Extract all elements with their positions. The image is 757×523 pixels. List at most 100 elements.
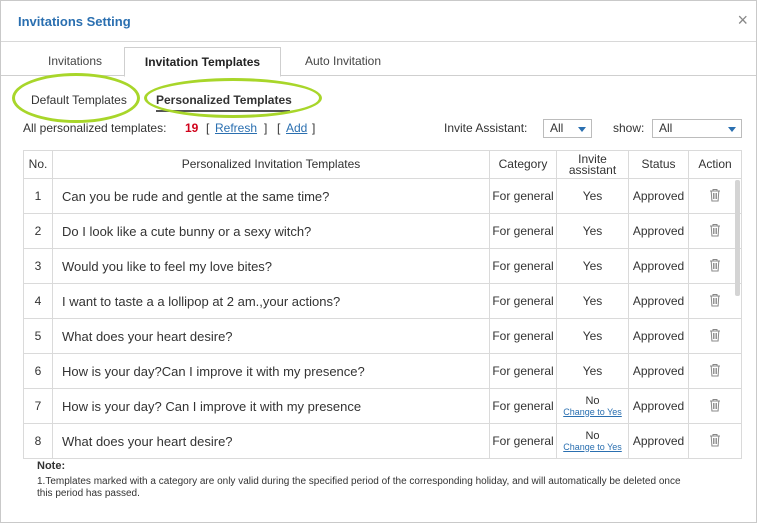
change-to-yes-link[interactable]: Change to Yes <box>557 407 628 417</box>
table-row: 6 How is your day?Can I improve it with m… <box>23 353 742 389</box>
action-cell <box>688 178 742 214</box>
tab-invitation-templates[interactable]: Invitation Templates <box>124 47 281 77</box>
table-row: 2 Do I look like a cute bunny or a sexy w… <box>23 213 742 249</box>
table-row: 7 How is your day? Can I improve it with … <box>23 388 742 424</box>
caret-down-icon <box>578 127 586 132</box>
template-count-label: All personalized templates: <box>23 121 167 135</box>
trash-icon[interactable] <box>709 293 721 307</box>
category-cell: For general <box>489 248 557 284</box>
invite-header-line2: assistant <box>568 162 617 177</box>
caret-down-icon <box>728 127 736 132</box>
status-cell: Approved <box>628 353 689 389</box>
table-row: 4I want to taste a a lollipop at 2 am.,y… <box>23 283 742 319</box>
tab-invitations[interactable]: Invitations <box>29 47 121 75</box>
row-number: 5 <box>23 318 53 354</box>
note-title: Note: <box>37 460 66 472</box>
show-select[interactable]: All <box>652 119 742 138</box>
column-header-status: Status <box>628 150 689 179</box>
category-cell: For general <box>489 178 557 214</box>
template-count: 19 <box>185 121 199 135</box>
column-header-no: No. <box>23 150 53 179</box>
table-header-row: No. Personalized Invitation Templates Ca… <box>23 150 742 179</box>
subtab-default-templates[interactable]: Default Templates <box>31 87 127 113</box>
status-cell: Approved <box>628 318 689 354</box>
table-row: 3 Would you like to feel my love bites? Fo… <box>23 248 742 284</box>
invite-assistant-value: All <box>550 121 564 135</box>
invite-assistant-select[interactable]: All <box>543 119 592 138</box>
note-text: 1.Templates marked with a category are o… <box>37 476 681 499</box>
column-header-action: Action <box>688 150 742 179</box>
action-cell <box>688 423 742 459</box>
action-cell <box>688 213 742 249</box>
invite-assistant-cell: Yes <box>556 353 629 389</box>
template-text: How is your day?Can I improve it with my… <box>52 353 490 389</box>
active-subtab-underline <box>156 110 290 112</box>
category-cell: For general <box>489 353 557 389</box>
category-cell: For general <box>489 388 557 424</box>
invite-assistant-label: Invite Assistant: <box>444 121 528 135</box>
close-icon[interactable]: × <box>737 11 748 29</box>
template-text: Do I look like a cute bunny or a sexy wi… <box>52 213 490 249</box>
refresh-bracket-close: ] <box>264 121 268 135</box>
status-cell: Approved <box>628 178 689 214</box>
invite-assistant-cell: Yes <box>556 213 629 249</box>
row-number: 4 <box>23 283 53 319</box>
trash-icon[interactable] <box>709 398 721 412</box>
category-cell: For general <box>489 213 557 249</box>
status-cell: Approved <box>628 388 689 424</box>
note-section: Note: 1.Templates marked with a category… <box>37 460 687 500</box>
category-cell: For general <box>489 283 557 319</box>
action-cell <box>688 318 742 354</box>
action-cell <box>688 283 742 319</box>
change-to-yes-link[interactable]: Change to Yes <box>557 442 628 452</box>
action-cell <box>688 353 742 389</box>
column-header-category: Category <box>489 150 557 179</box>
invite-assistant-cell: No Change to Yes <box>556 388 629 424</box>
table-row: 1 Can you be rude and gentle at the same … <box>23 178 742 214</box>
row-number: 8 <box>23 423 53 459</box>
template-text: What does your heart desire? <box>52 423 490 459</box>
tab-auto-invitation[interactable]: Auto Invitation <box>283 47 403 75</box>
row-number: 1 <box>23 178 53 214</box>
template-text: Would you like to feel my love bites? <box>52 248 490 284</box>
dialog-title: Invitations Setting <box>18 14 131 29</box>
trash-icon[interactable] <box>709 433 721 447</box>
template-text: I want to taste a a lollipop at 2 am.,yo… <box>52 283 490 319</box>
refresh-link[interactable]: Refresh <box>215 121 257 135</box>
tab-bar: Invitations Invitation Templates Auto In… <box>1 47 756 77</box>
row-number: 3 <box>23 248 53 284</box>
status-cell: Approved <box>628 283 689 319</box>
status-cell: Approved <box>628 213 689 249</box>
template-text: Can you be rude and gentle at the same t… <box>52 178 490 214</box>
invite-assistant-cell: No Change to Yes <box>556 423 629 459</box>
trash-icon[interactable] <box>709 223 721 237</box>
category-cell: For general <box>489 318 557 354</box>
add-link[interactable]: Add <box>286 121 307 135</box>
template-text: How is your day? Can I improve it with m… <box>52 388 490 424</box>
templates-table: No. Personalized Invitation Templates Ca… <box>23 150 742 459</box>
show-value: All <box>659 121 673 135</box>
row-number: 7 <box>23 388 53 424</box>
template-text: What does your heart desire? <box>52 318 490 354</box>
category-cell: For general <box>489 423 557 459</box>
add-bracket-open: [ <box>277 121 281 135</box>
show-label: show: <box>613 121 645 135</box>
column-header-template: Personalized Invitation Templates <box>52 150 490 179</box>
column-header-invite-assistant: Invite assistant <box>556 150 629 179</box>
invite-value: No <box>585 394 600 407</box>
table-row: 8 What does your heart desire? For general… <box>23 423 742 459</box>
table-scrollbar[interactable] <box>735 180 740 296</box>
invite-assistant-cell: Yes <box>556 318 629 354</box>
trash-icon[interactable] <box>709 328 721 342</box>
dialog-title-bar: Invitations Setting × <box>1 1 756 42</box>
refresh-bracket-open: [ <box>206 121 210 135</box>
trash-icon[interactable] <box>709 258 721 272</box>
invite-assistant-cell: Yes <box>556 178 629 214</box>
row-number: 6 <box>23 353 53 389</box>
action-cell <box>688 388 742 424</box>
table-row: 5 What does your heart desire? For general… <box>23 318 742 354</box>
trash-icon[interactable] <box>709 363 721 377</box>
trash-icon[interactable] <box>709 188 721 202</box>
invite-assistant-cell: Yes <box>556 283 629 319</box>
action-cell <box>688 248 742 284</box>
